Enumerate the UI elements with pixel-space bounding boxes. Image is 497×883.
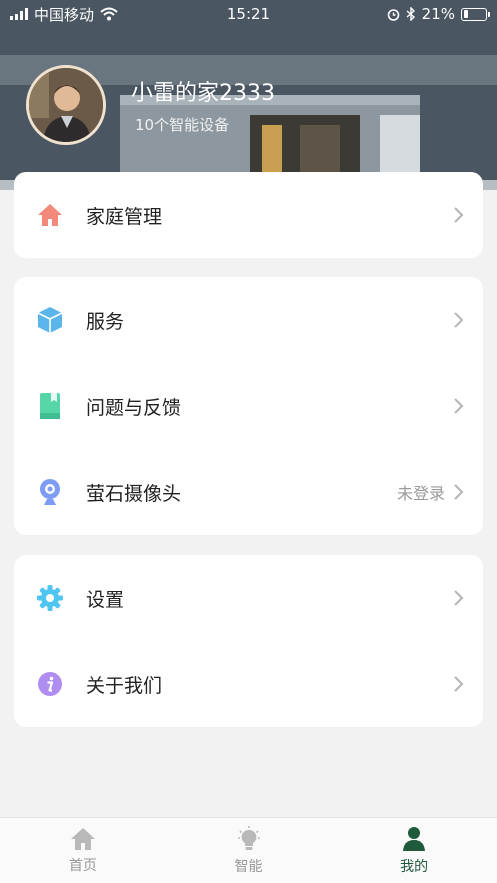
service-card: 服务 问题与反馈 萤石摄像头 未登录: [14, 277, 483, 535]
chevron-right-icon: [454, 590, 464, 606]
battery-percent: 21%: [421, 5, 455, 23]
chevron-right-icon: [454, 398, 464, 414]
settings-card: 设置 关于我们: [14, 555, 483, 727]
menu-item-label: 服务: [86, 310, 125, 333]
menu-item-label: 设置: [86, 588, 125, 611]
wifi-icon: [100, 7, 118, 21]
alarm-icon: [387, 8, 399, 21]
lightbulb-icon: [237, 825, 260, 850]
status-bar: 中国移动 15:21 21%: [0, 0, 497, 28]
chevron-right-icon: [454, 484, 464, 500]
gear-icon: [37, 585, 63, 611]
battery-icon: [461, 7, 490, 21]
menu-item-about[interactable]: 关于我们: [14, 641, 483, 727]
avatar[interactable]: [26, 65, 106, 145]
chevron-right-icon: [454, 312, 464, 328]
info-icon: [38, 672, 62, 696]
tab-label: 首页: [68, 857, 97, 874]
tab-smart[interactable]: 智能: [166, 818, 332, 883]
tab-home[interactable]: 首页: [0, 818, 166, 883]
menu-item-label: 关于我们: [86, 674, 163, 697]
cube-icon: [37, 307, 63, 333]
device-count: 10个智能设备: [135, 116, 230, 134]
menu-item-label: 家庭管理: [86, 205, 163, 228]
chevron-right-icon: [454, 207, 464, 223]
house-icon: [38, 204, 62, 226]
home-icon: [70, 827, 95, 850]
menu-item-label: 问题与反馈: [86, 396, 182, 419]
profile-header: 中国移动 15:21 21% 小雷的家2333 10个智能设备: [0, 0, 497, 190]
tab-mine[interactable]: 我的: [331, 818, 497, 883]
user-icon: [403, 826, 426, 851]
tab-label: 我的: [400, 858, 429, 875]
carrier-label: 中国移动: [34, 5, 95, 24]
user-photo: [29, 68, 103, 142]
login-status: 未登录: [396, 484, 445, 503]
book-icon: [40, 393, 60, 419]
home-name[interactable]: 小雷的家2333: [131, 75, 275, 107]
family-card: 家庭管理: [14, 172, 483, 258]
chevron-right-icon: [454, 676, 464, 692]
menu-item-service[interactable]: 服务: [14, 277, 483, 363]
tab-label: 智能: [234, 858, 263, 875]
signal-icon: [10, 8, 28, 20]
menu-item-camera[interactable]: 萤石摄像头 未登录: [14, 449, 483, 535]
menu-item-family[interactable]: 家庭管理: [14, 172, 483, 258]
battery-fill: [463, 10, 468, 18]
tab-bar: 首页 智能 我的: [0, 817, 497, 883]
menu-item-label: 萤石摄像头: [86, 482, 182, 505]
menu-item-settings[interactable]: 设置: [14, 555, 483, 641]
menu-item-feedback[interactable]: 问题与反馈: [14, 363, 483, 449]
webcam-icon: [40, 479, 60, 505]
bluetooth-icon: [406, 7, 415, 21]
